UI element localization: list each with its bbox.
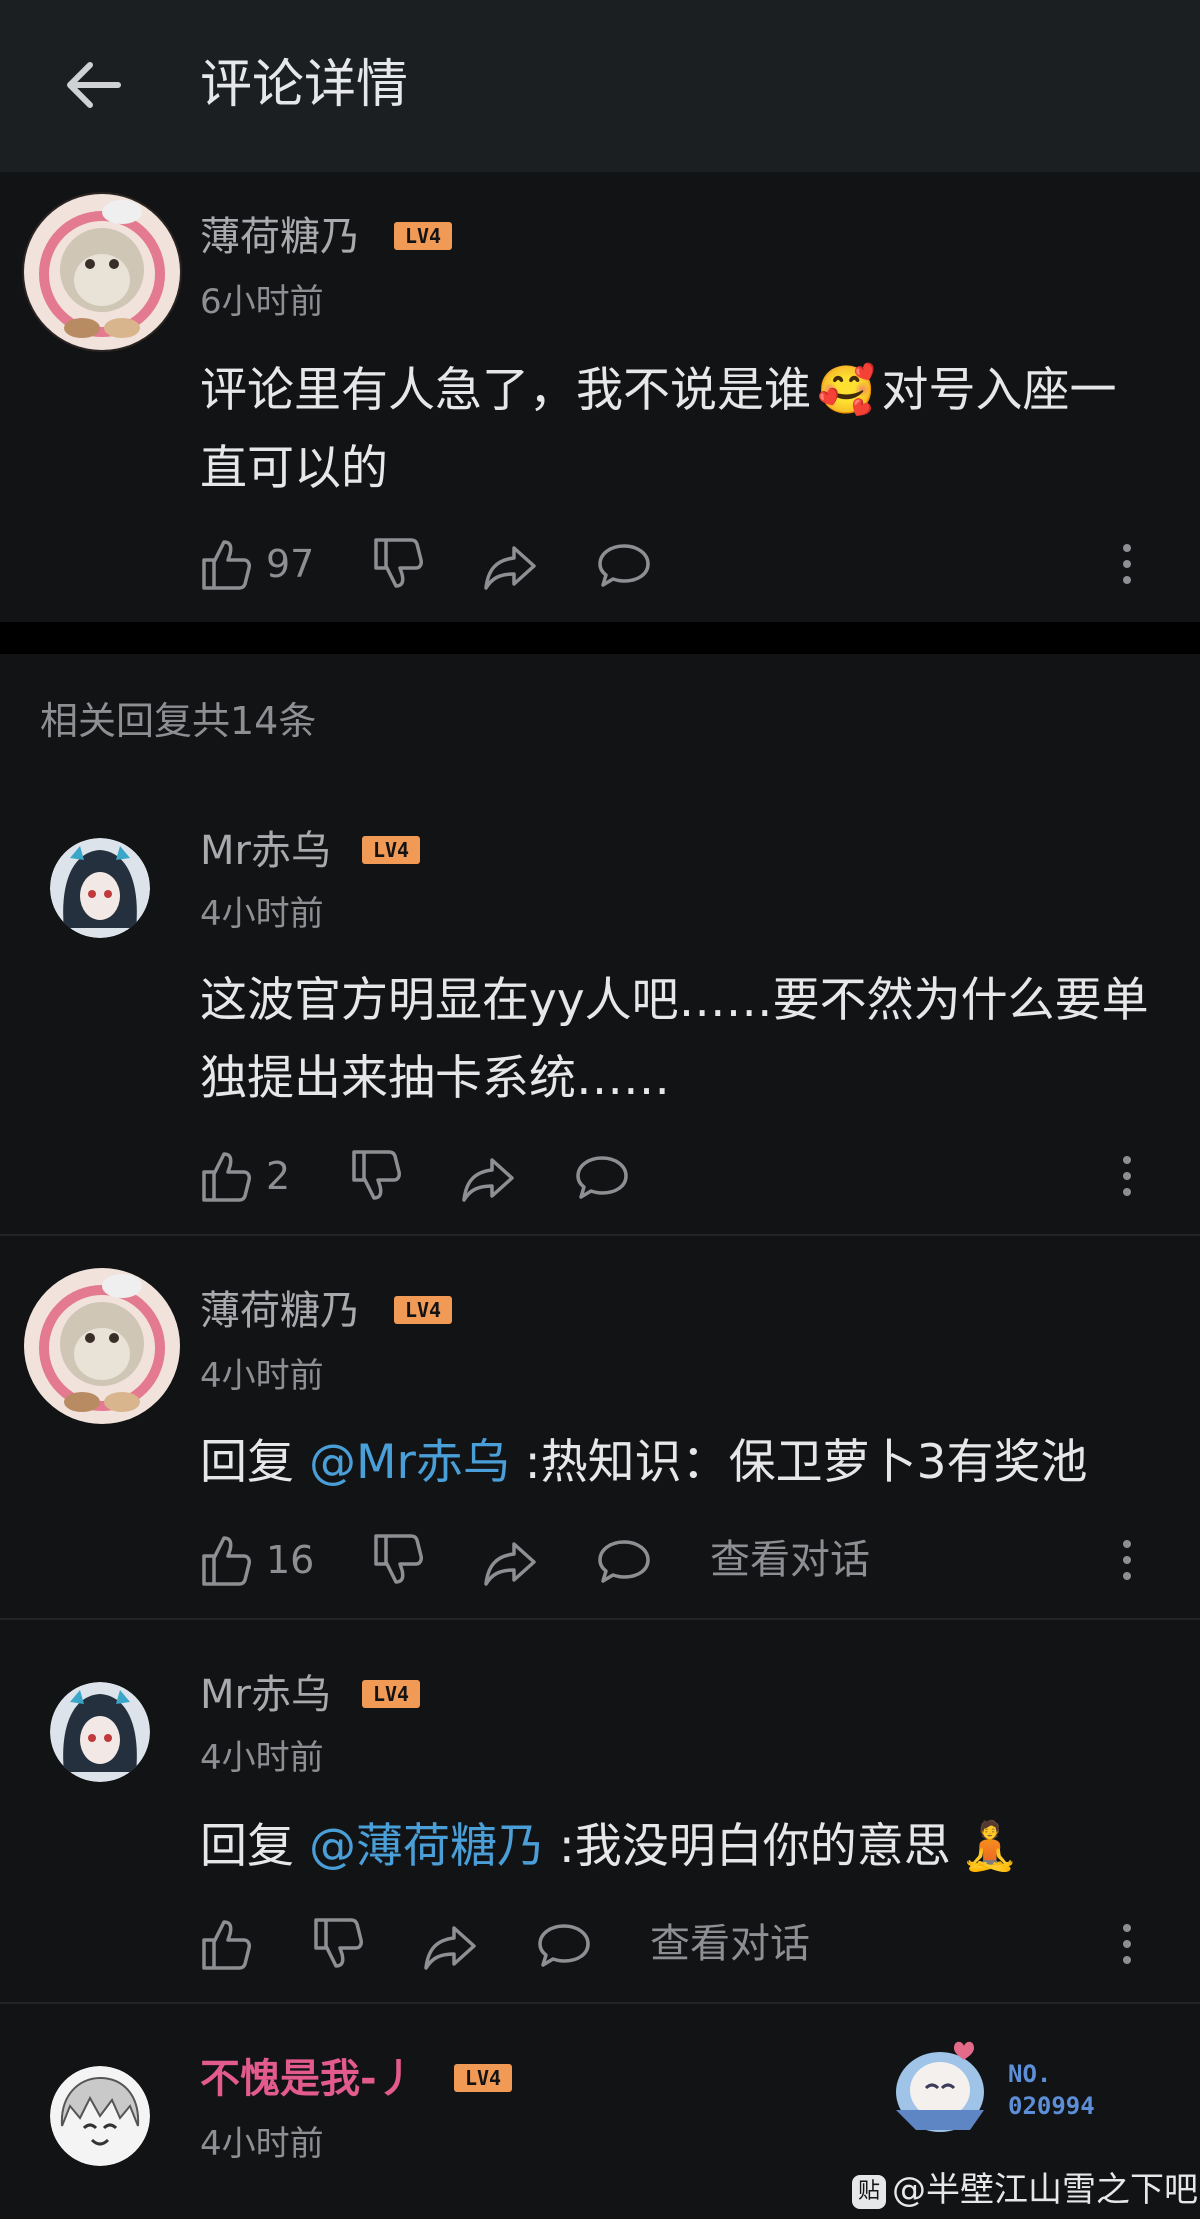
username[interactable]: Mr赤乌 (200, 826, 331, 876)
emoji: 🥰 (817, 363, 876, 418)
comment-text: 这波官方明显在yy人吧……要不然为什么要单独提出来抽卡系统…… (200, 973, 1149, 1106)
view-conversation-link[interactable]: 查看对话 (650, 1914, 810, 1974)
username[interactable]: Mr赤乌 (200, 1670, 331, 1720)
avatar[interactable] (22, 1266, 182, 1426)
more-icon[interactable] (1112, 1530, 1142, 1590)
level-badge: LV4 (394, 222, 452, 250)
badge-number: 020994 (1008, 2092, 1095, 2120)
divider (0, 1618, 1200, 1620)
timestamp: 4小时前 (200, 1738, 324, 1778)
timestamp: 4小时前 (200, 894, 324, 934)
share-button[interactable] (422, 1914, 478, 1974)
comment-text-part: :我没明白你的意思 (543, 1819, 951, 1874)
more-icon[interactable] (1112, 1914, 1142, 1974)
user-badge: NO. 020994 (880, 2030, 1120, 2140)
watermark: 贴 @半壁江山雪之下吧 (852, 2162, 1198, 2211)
divider (0, 1234, 1200, 1236)
dislike-button[interactable] (370, 1530, 424, 1590)
level-badge: LV4 (362, 836, 420, 864)
level-badge: LV4 (362, 1680, 420, 1708)
like-count: 2 (266, 1154, 291, 1198)
avatar[interactable] (50, 2066, 150, 2166)
comment-button[interactable] (596, 534, 652, 594)
dislike-button[interactable] (310, 1914, 364, 1974)
comment-button[interactable] (574, 1146, 630, 1206)
emoji: 🧘 (960, 1819, 1020, 1874)
dislike-button[interactable] (370, 534, 424, 594)
comment-text-part: 评论里有人急了，我不说是谁 (200, 363, 811, 418)
share-button[interactable] (460, 1146, 516, 1206)
reply-prefix: 回复 (200, 1435, 309, 1490)
watermark-text: @半壁江山雪之下吧 (892, 2170, 1198, 2210)
reply-prefix: 回复 (200, 1819, 309, 1874)
like-count: 97 (266, 542, 315, 586)
mention-link[interactable]: @Mr赤乌 (309, 1435, 510, 1490)
replies-count: 相关回复共14条 (40, 699, 317, 743)
level-badge: LV4 (454, 2064, 512, 2092)
section-divider (0, 622, 1200, 654)
avatar[interactable] (50, 1682, 150, 1782)
view-conversation-link[interactable]: 查看对话 (710, 1530, 870, 1590)
username[interactable]: 薄荷糖乃 (200, 212, 360, 262)
mention-link[interactable]: @薄荷糖乃 (309, 1819, 544, 1874)
timestamp: 4小时前 (200, 1356, 324, 1396)
avatar[interactable] (22, 192, 182, 352)
more-icon[interactable] (1112, 1146, 1142, 1206)
username[interactable]: 薄荷糖乃 (200, 1286, 360, 1336)
tieba-logo-icon: 贴 (852, 2174, 886, 2209)
comment-text-part: :热知识：保卫萝卜3有奖池 (509, 1435, 1088, 1490)
comment-text: 回复 @Mr赤乌 :热知识：保卫萝卜3有奖池 (200, 1424, 1160, 1502)
back-arrow-icon[interactable] (60, 50, 130, 120)
share-button[interactable] (482, 1530, 538, 1590)
share-button[interactable] (482, 534, 538, 594)
comment-button[interactable] (536, 1914, 592, 1974)
like-button[interactable] (198, 1530, 252, 1590)
like-button[interactable] (198, 1146, 252, 1206)
more-icon[interactable] (1112, 534, 1142, 594)
timestamp: 4小时前 (200, 2124, 324, 2164)
avatar[interactable] (50, 838, 150, 938)
page-title: 评论详情 (200, 55, 409, 115)
level-badge: LV4 (394, 1296, 452, 1324)
dislike-button[interactable] (348, 1146, 402, 1206)
comment-text: 评论里有人急了，我不说是谁 🥰 对号入座一直可以的 (200, 352, 1160, 508)
comment-text: 回复 @薄荷糖乃 :我没明白你的意思 🧘 (200, 1808, 1160, 1886)
username[interactable]: 不愧是我-丿 (200, 2054, 417, 2104)
comment-button[interactable] (596, 1530, 652, 1590)
like-button[interactable] (198, 1914, 252, 1974)
divider (0, 2002, 1200, 2004)
timestamp: 6小时前 (200, 282, 324, 322)
app-header: 评论详情 (0, 0, 1200, 172)
badge-number-label: NO. (1008, 2060, 1052, 2088)
like-button[interactable] (198, 534, 252, 594)
like-count: 16 (266, 1538, 315, 1582)
